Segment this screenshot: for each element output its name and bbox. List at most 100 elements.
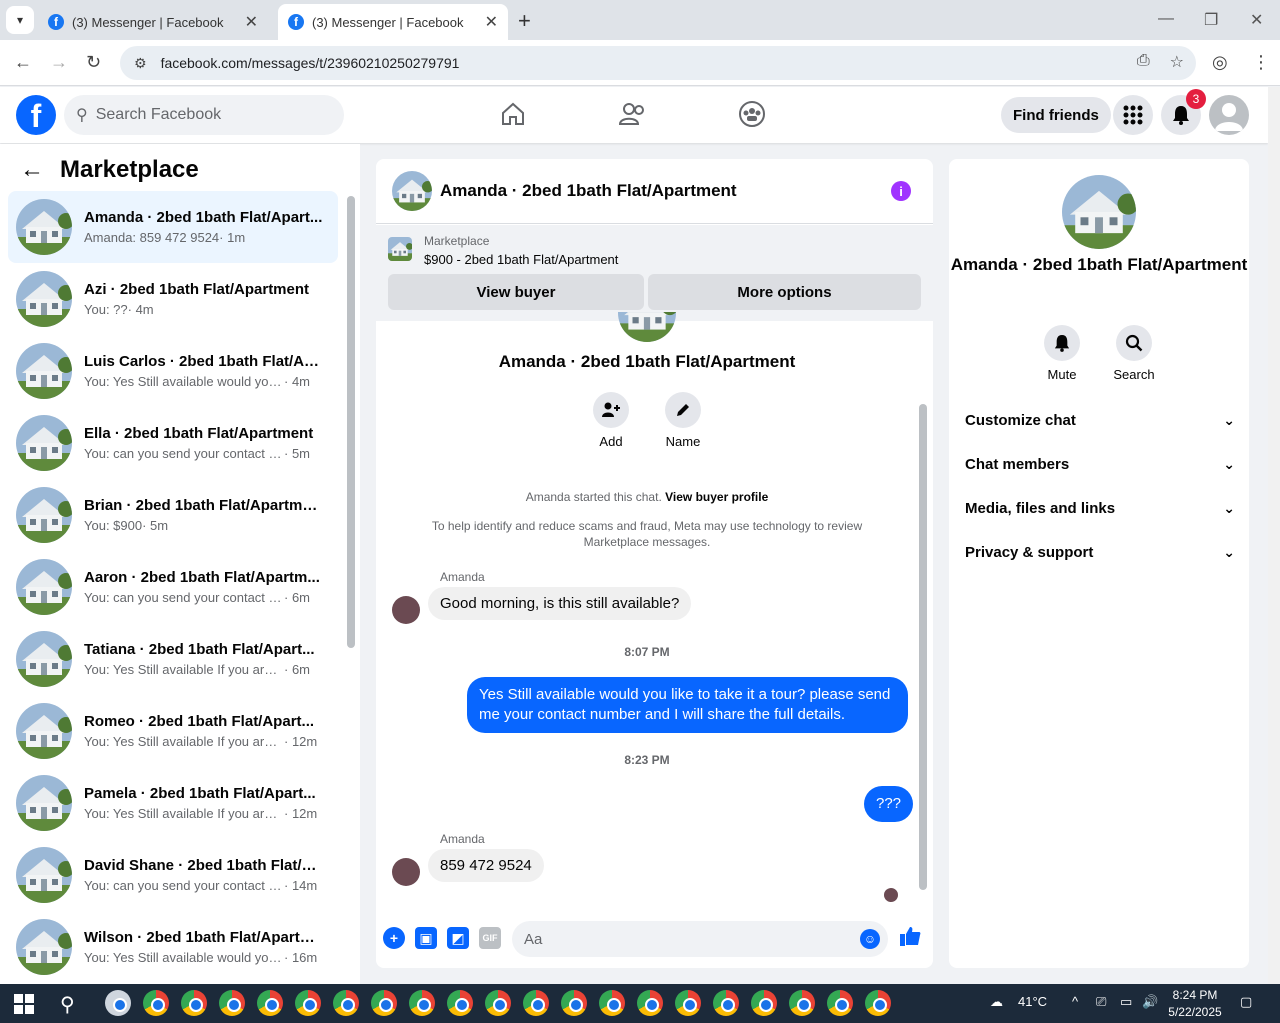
chrome-profile-icon[interactable]: [219, 990, 245, 1016]
gif-icon[interactable]: GIF: [479, 927, 501, 949]
restore-icon[interactable]: ❐: [1204, 10, 1218, 30]
chrome-profile-icon[interactable]: [675, 990, 701, 1016]
conversation-item[interactable]: Aaron · 2bed 1bath Flat/Apartm... You: ca…: [8, 551, 338, 623]
info-icon[interactable]: i: [891, 181, 911, 201]
chrome-profile-icon[interactable]: [333, 990, 359, 1016]
close-window-icon[interactable]: ✕: [1250, 10, 1263, 30]
minimize-icon[interactable]: —: [1158, 10, 1174, 28]
privacy-support-section[interactable]: Privacy & support ⌄: [965, 534, 1235, 570]
windows-start-icon[interactable]: [14, 994, 34, 1014]
taskbar-search-icon[interactable]: ⚲: [60, 992, 75, 1017]
browser-menu-icon[interactable]: ⋮: [1252, 52, 1270, 73]
home-icon[interactable]: [498, 99, 528, 129]
listing-price-title[interactable]: $900 - 2bed 1bath Flat/Apartment: [424, 252, 618, 267]
profile-icon[interactable]: ◎: [1212, 52, 1228, 73]
conversation-item[interactable]: Wilson · 2bed 1bath Flat/Apartm... You: Y…: [8, 911, 338, 983]
facebook-logo-icon[interactable]: f: [16, 95, 56, 135]
tray-chevron-icon[interactable]: ^: [1072, 994, 1078, 1009]
sender-avatar[interactable]: [392, 596, 420, 624]
chrome-profile-icon[interactable]: [257, 990, 283, 1016]
incoming-message[interactable]: Good morning, is this still available?: [428, 587, 692, 620]
chat-scrollbar[interactable]: [919, 404, 927, 890]
sender-avatar[interactable]: [392, 858, 420, 886]
new-tab-icon[interactable]: +: [518, 8, 531, 34]
conversation-item[interactable]: Ella · 2bed 1bath Flat/Apartment You: can…: [8, 407, 338, 479]
chrome-profile-icon[interactable]: [827, 990, 853, 1016]
site-info-icon[interactable]: ⚙: [134, 55, 147, 72]
emoji-icon[interactable]: ☺: [860, 929, 880, 949]
bell-icon[interactable]: [1044, 325, 1080, 361]
photo-icon[interactable]: ▣: [415, 927, 437, 949]
close-tab-icon[interactable]: ✕: [245, 12, 258, 32]
chrome-profile-icon[interactable]: [637, 990, 663, 1016]
chrome-profile-icon[interactable]: [713, 990, 739, 1016]
network-icon[interactable]: ⎚: [1096, 994, 1106, 1010]
sidebar-scrollbar[interactable]: [347, 196, 355, 648]
add-action[interactable]: Add: [581, 392, 641, 449]
outgoing-message[interactable]: ???: [864, 786, 914, 822]
account-avatar[interactable]: [1209, 95, 1249, 135]
system-clock[interactable]: 8:24 PM 5/22/2025: [1160, 987, 1230, 1021]
conversation-item[interactable]: Pamela · 2bed 1bath Flat/Apart... You: Ye…: [8, 767, 338, 839]
chrome-profile-icon[interactable]: [447, 990, 473, 1016]
like-thumb-icon[interactable]: [899, 925, 921, 953]
conversation-item[interactable]: Amanda · 2bed 1bath Flat/Apart... Amanda:…: [8, 191, 338, 263]
conversation-item[interactable]: Luis Carlos · 2bed 1bath Flat/Ap... You: …: [8, 335, 338, 407]
chat-avatar[interactable]: [392, 171, 432, 211]
chrome-profile-icon[interactable]: [295, 990, 321, 1016]
details-avatar[interactable]: [1062, 175, 1136, 249]
close-tab-icon[interactable]: ✕: [485, 12, 498, 32]
chrome-profile-icon[interactable]: [751, 990, 777, 1016]
more-options-button[interactable]: More options: [648, 274, 921, 310]
sticker-icon[interactable]: ◩: [447, 927, 469, 949]
mute-action[interactable]: Mute: [1032, 325, 1092, 382]
chrome-profile-icon[interactable]: [485, 990, 511, 1016]
browser-tab-2[interactable]: f (3) Messenger | Facebook ✕: [278, 4, 508, 40]
groups-icon[interactable]: [737, 99, 767, 129]
chrome-profile-icon[interactable]: [599, 990, 625, 1016]
back-icon[interactable]: ←: [14, 52, 32, 73]
chrome-profile-icon[interactable]: [371, 990, 397, 1016]
chrome-profile-icon[interactable]: [523, 990, 549, 1016]
reload-icon[interactable]: ↻: [86, 52, 101, 73]
conversation-item[interactable]: David Shane · 2bed 1bath Flat/A... You: c…: [8, 839, 338, 911]
weather-icon[interactable]: ☁: [990, 994, 1003, 1010]
friends-icon[interactable]: [618, 99, 648, 129]
page-scrollbar[interactable]: [1268, 87, 1280, 984]
pencil-icon[interactable]: [665, 392, 701, 428]
name-action[interactable]: Name: [653, 392, 713, 449]
view-buyer-profile-link[interactable]: View buyer profile: [665, 490, 768, 504]
outgoing-message[interactable]: Yes Still available would you like to ta…: [467, 677, 908, 733]
bookmark-star-icon[interactable]: ☆: [1170, 52, 1184, 72]
chrome-profile-icon[interactable]: [789, 990, 815, 1016]
forward-icon[interactable]: →: [50, 52, 68, 73]
chrome-profile-icon[interactable]: [143, 990, 169, 1016]
back-arrow-icon[interactable]: ←: [20, 156, 44, 184]
volume-icon[interactable]: 🔊: [1142, 994, 1158, 1010]
plus-icon[interactable]: +: [383, 927, 405, 949]
search-facebook-input[interactable]: ⚲ Search Facebook: [64, 95, 344, 135]
chat-title[interactable]: Amanda · 2bed 1bath Flat/Apartment: [440, 181, 737, 201]
paint-app-icon[interactable]: [105, 990, 131, 1016]
add-person-icon[interactable]: [593, 392, 629, 428]
notification-center-icon[interactable]: ▢: [1240, 994, 1252, 1010]
wifi-icon[interactable]: ▭: [1120, 994, 1132, 1010]
message-input[interactable]: Aa ☺: [512, 921, 888, 957]
browser-tab-1[interactable]: f (3) Messenger | Facebook ✕: [38, 4, 268, 40]
conversation-item[interactable]: Brian · 2bed 1bath Flat/Apartment You: $9…: [8, 479, 338, 551]
chrome-profile-icon[interactable]: [181, 990, 207, 1016]
media-files-links-section[interactable]: Media, files and links ⌄: [965, 490, 1235, 526]
install-app-icon[interactable]: ⎙: [1137, 52, 1150, 72]
chat-members-section[interactable]: Chat members ⌄: [965, 446, 1235, 482]
conversation-item[interactable]: Romeo · 2bed 1bath Flat/Apart... You: Yes…: [8, 695, 338, 767]
view-buyer-button[interactable]: View buyer: [388, 274, 644, 310]
weather-temp[interactable]: 41°C: [1018, 994, 1047, 1009]
search-icon[interactable]: [1116, 325, 1152, 361]
find-friends-button[interactable]: Find friends: [1001, 97, 1111, 133]
chrome-profile-icon[interactable]: [561, 990, 587, 1016]
search-action[interactable]: Search: [1104, 325, 1164, 382]
incoming-message[interactable]: 859 472 9524: [428, 849, 544, 882]
chrome-profile-icon[interactable]: [409, 990, 435, 1016]
customize-chat-section[interactable]: Customize chat ⌄: [965, 402, 1235, 438]
chrome-profile-icon[interactable]: [865, 990, 891, 1016]
